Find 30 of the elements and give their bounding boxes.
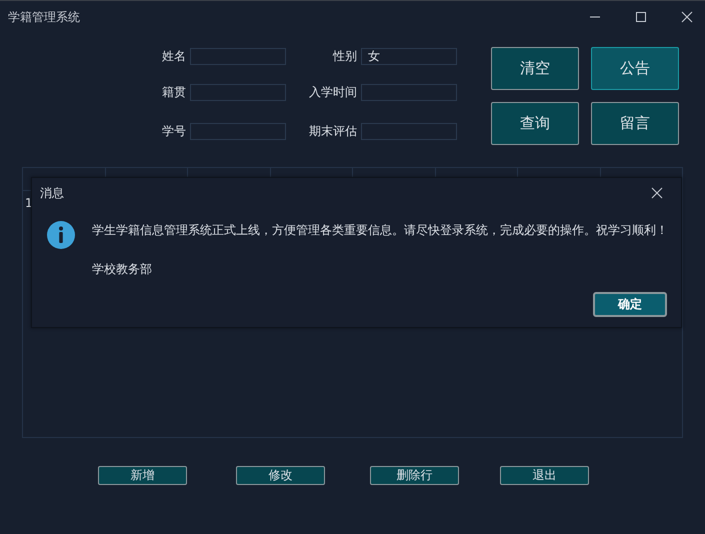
action-button[interactable]: 公告	[591, 47, 679, 90]
action-button[interactable]: 查询	[491, 102, 579, 145]
input-field[interactable]	[190, 84, 286, 100]
input-field[interactable]	[190, 122, 286, 140]
field-label: 性别	[332, 48, 357, 64]
info-icon	[46, 220, 76, 250]
close-icon[interactable]	[681, 11, 693, 23]
close-icon[interactable]	[651, 187, 663, 199]
table-cell: 1	[25, 196, 33, 210]
field-label: 入学时间	[308, 84, 357, 100]
field-label: 姓名	[161, 48, 186, 64]
action-button[interactable]: 清空	[491, 47, 579, 90]
input-field[interactable]	[190, 48, 286, 64]
input-field[interactable]	[361, 84, 457, 100]
action-button[interactable]: 修改	[236, 466, 325, 485]
action-button[interactable]: 删除行	[370, 466, 459, 485]
dialog-title: 消息	[40, 184, 64, 202]
action-button[interactable]: 退出	[500, 466, 589, 485]
dialog-message: 学生学籍信息管理系统正式上线，方便管理各类重要信息。请尽快登录系统，完成必要的操作。祝学习顺利！	[92, 222, 668, 239]
maximize-icon[interactable]	[635, 11, 647, 23]
window-title: 学籍管理系统	[8, 8, 80, 26]
field-label: 期末评估	[308, 122, 357, 140]
ok-button[interactable]: 确定	[593, 292, 667, 317]
input-field[interactable]	[361, 122, 457, 140]
input-field[interactable]: 女	[361, 48, 457, 64]
action-button[interactable]: 新增	[98, 466, 187, 485]
field-label: 学号	[161, 122, 186, 140]
field-label: 籍贯	[161, 84, 186, 100]
action-button[interactable]: 留言	[591, 102, 679, 145]
dialog-signature: 学校教务部	[92, 261, 153, 278]
